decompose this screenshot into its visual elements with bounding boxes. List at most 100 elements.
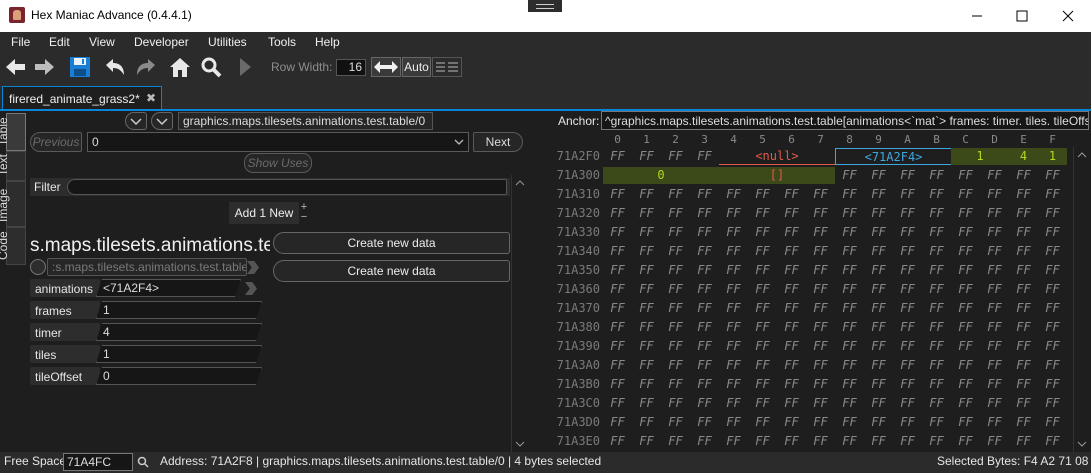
hex-cell[interactable]: FF [893,300,922,317]
menu-edit[interactable]: Edit [49,35,70,49]
show-uses-button[interactable]: Show Uses [244,153,312,173]
menu-tools[interactable]: Tools [268,35,296,49]
hex-cell[interactable]: FF [980,243,1009,260]
goto-arrow-icon[interactable] [245,282,257,295]
previous-button[interactable]: Previous [30,132,82,152]
hex-cell[interactable]: FF [922,395,951,412]
hex-cell[interactable]: FF [690,319,719,336]
save-icon[interactable] [68,55,92,79]
hex-cell[interactable]: FF [922,186,951,203]
hex-cell[interactable]: FF [893,376,922,393]
hex-cell[interactable]: FF [632,357,661,374]
hex-cell[interactable]: FF [835,433,864,450]
hex-cell[interactable]: FF [748,262,777,279]
hex-cell[interactable]: FF [777,395,806,412]
hex-cell[interactable]: FF [806,433,835,450]
hex-cell[interactable]: FF [951,262,980,279]
hex-cell[interactable]: FF [690,357,719,374]
hex-cell[interactable]: FF [835,205,864,222]
hex-cell[interactable]: FF [835,186,864,203]
minus-icon[interactable]: − [299,212,309,223]
hex-cell[interactable]: FF [603,357,632,374]
field-value-animations[interactable]: <71A2F4> [96,279,241,297]
hex-cell[interactable]: FF [864,224,893,241]
null-pointer-cell[interactable]: <null> [719,148,835,165]
create-new-data-button[interactable]: Create new data [273,232,510,254]
hex-cell[interactable]: FF [893,224,922,241]
hex-cell[interactable]: FF [951,300,980,317]
hex-cell[interactable]: FF [980,167,1009,184]
hex-cell[interactable]: FF [777,319,806,336]
hex-cell[interactable]: FF [1038,357,1067,374]
hex-cell[interactable]: FF [806,243,835,260]
hex-cell[interactable]: FF [980,319,1009,336]
hex-cell[interactable]: FF [661,357,690,374]
layout-toggle-button[interactable] [432,57,462,77]
hex-cell[interactable]: FF [951,338,980,355]
hex-cell[interactable]: FF [893,395,922,412]
hex-cell[interactable]: FF [632,338,661,355]
search-icon[interactable] [199,55,223,79]
side-tab-code[interactable]: Code [0,227,26,265]
hex-cell[interactable]: FF [893,357,922,374]
hex-cell[interactable]: FF [864,281,893,298]
hex-cell[interactable]: FF [777,281,806,298]
hex-cell[interactable]: FF [719,319,748,336]
hex-cell[interactable]: FF [806,395,835,412]
hex-cell[interactable]: FF [690,224,719,241]
hex-cell[interactable]: FF [1038,167,1067,184]
hex-cell[interactable]: FF [1038,224,1067,241]
hex-cell[interactable]: FF [632,205,661,222]
hex-cell[interactable]: FF [893,433,922,450]
hex-cell[interactable]: FF [864,205,893,222]
hex-cell[interactable]: FF [690,414,719,431]
hex-cell[interactable]: FF [661,433,690,450]
hex-cell[interactable]: FF [1038,376,1067,393]
hex-cell[interactable]: FF [603,433,632,450]
hex-cell[interactable]: FF [893,414,922,431]
hex-cell[interactable]: FF [893,205,922,222]
hex-cell[interactable]: FF [1038,414,1067,431]
hex-cell[interactable]: FF [835,243,864,260]
drag-handle-icon[interactable] [528,0,562,12]
hex-cell[interactable]: FF [777,205,806,222]
hex-cell[interactable]: FF [603,338,632,355]
hex-cell[interactable]: FF [1009,186,1038,203]
empty-array-cell[interactable]: [] [719,167,835,184]
hex-cell[interactable]: FF [661,319,690,336]
hex-cell[interactable]: FF [893,338,922,355]
hex-cell[interactable]: FF [1038,395,1067,412]
auto-width-button[interactable]: Auto [402,57,431,77]
hex-cell[interactable]: FF [690,433,719,450]
free-space-input[interactable]: 71A4FC [63,453,133,471]
hex-cell[interactable]: FF [661,205,690,222]
hex-cell[interactable]: FF [719,224,748,241]
hex-cell[interactable]: FF [603,300,632,317]
hex-cell[interactable]: FF [748,376,777,393]
hex-cell[interactable]: FF [690,395,719,412]
hex-cell[interactable]: FF [864,395,893,412]
hex-cell[interactable]: FF [893,281,922,298]
hex-cell[interactable]: FF [690,300,719,317]
menu-file[interactable]: File [11,35,30,49]
hex-cell[interactable]: FF [690,243,719,260]
hex-cell[interactable]: FF [632,243,661,260]
hex-cell[interactable]: FF [719,186,748,203]
hex-cell[interactable]: FF [1009,338,1038,355]
hex-cell[interactable]: FF [806,186,835,203]
hex-cell[interactable]: FF [748,205,777,222]
hex-cell[interactable]: FF [777,224,806,241]
hex-cell[interactable]: FF [632,224,661,241]
anchor-input[interactable]: ^graphics.maps.tilesets.animations.test.… [601,111,1089,130]
hex-cell[interactable]: FF [951,319,980,336]
hex-cell[interactable]: FF [1009,376,1038,393]
hex-cell[interactable]: FF [603,224,632,241]
redo-icon[interactable] [134,55,158,79]
hex-cell[interactable]: FF [835,395,864,412]
hex-cell[interactable]: FF [1009,243,1038,260]
hex-cell[interactable]: FF [864,167,893,184]
hex-cell[interactable]: FF [632,376,661,393]
hex-cell[interactable]: FF [806,319,835,336]
element-dropdown-button[interactable] [151,112,173,130]
hex-cell[interactable]: FF [719,338,748,355]
